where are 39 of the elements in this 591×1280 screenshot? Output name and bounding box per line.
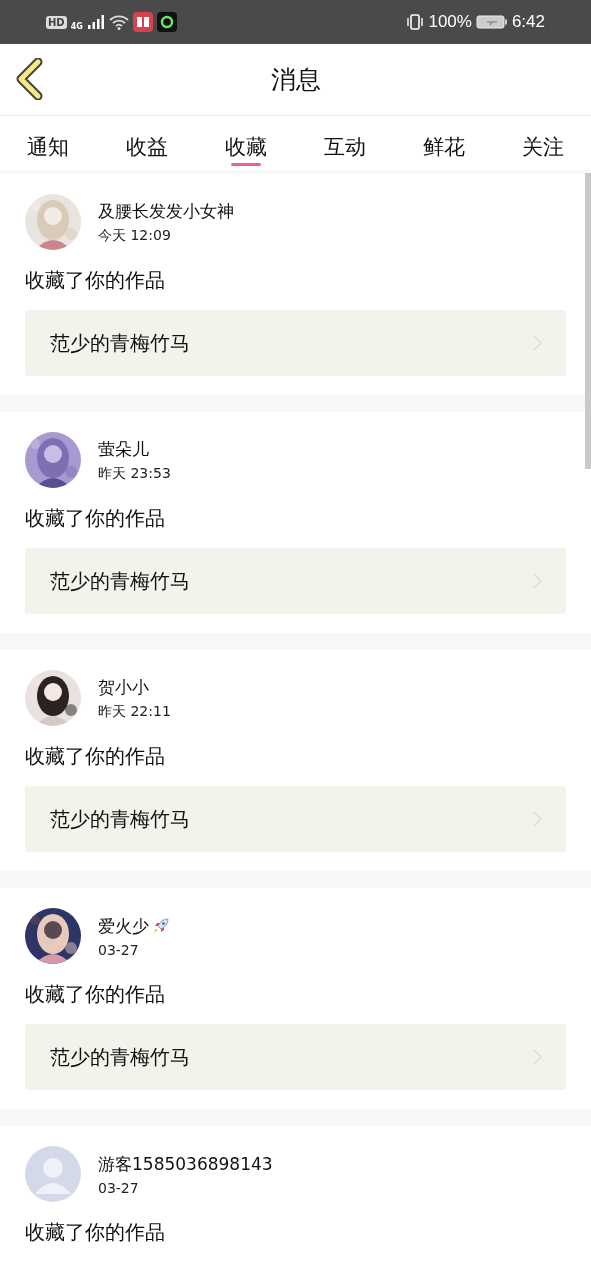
message-time: 昨天 23:53 (98, 464, 171, 483)
message-text: 收藏了你的作品 (25, 982, 166, 1006)
message-time: 03-27 (98, 941, 140, 958)
ring-app-icon (156, 12, 177, 32)
message-time: 昨天 22:11 (98, 702, 171, 721)
user-name: 贺小小 (98, 675, 149, 699)
user-name: 萤朵儿 (98, 437, 149, 461)
page-title: 消息 (270, 64, 321, 96)
clock: 6:42 (511, 12, 545, 32)
user-name: 及腰长发发小女神 (98, 199, 234, 223)
vibrate-icon (406, 13, 425, 31)
message-text: 收藏了你的作品 (25, 744, 166, 768)
message-text: 收藏了你的作品 (25, 1220, 166, 1244)
work-link[interactable]: 范少的青梅竹马 (25, 310, 566, 376)
work-link[interactable]: 范少的青梅竹马 (25, 786, 566, 852)
tab[interactable]: 关注 (507, 116, 579, 170)
network-label: 4G (70, 22, 83, 31)
book-app-icon (132, 12, 153, 32)
hd-badge: HD (46, 15, 67, 29)
tab[interactable]: 互动 (309, 116, 381, 170)
user-name: 爱火少 (98, 914, 149, 938)
back-button[interactable] (14, 58, 44, 100)
work-link[interactable]: 范少的青梅竹马 (25, 548, 566, 614)
tab[interactable]: 鲜花 (408, 116, 480, 170)
default-avatar-icon (25, 1146, 81, 1202)
message-time: 今天 12:09 (98, 226, 172, 245)
message-text: 收藏了你的作品 (25, 268, 166, 292)
tab[interactable]: 收益 (111, 116, 183, 170)
rocket-icon (151, 916, 171, 936)
tab[interactable]: 收藏 (210, 116, 282, 170)
tab[interactable]: 通知 (12, 116, 84, 170)
message-text: 收藏了你的作品 (25, 506, 166, 530)
message-time: 03-27 (98, 1179, 140, 1196)
user-name: 游客1585036898143 (98, 1152, 273, 1176)
work-link[interactable]: 范少的青梅竹马 (25, 1024, 566, 1090)
wifi-icon (108, 14, 129, 30)
battery-icon (475, 14, 508, 30)
battery-percent: 100% (428, 12, 472, 32)
signal-icon (86, 14, 105, 30)
